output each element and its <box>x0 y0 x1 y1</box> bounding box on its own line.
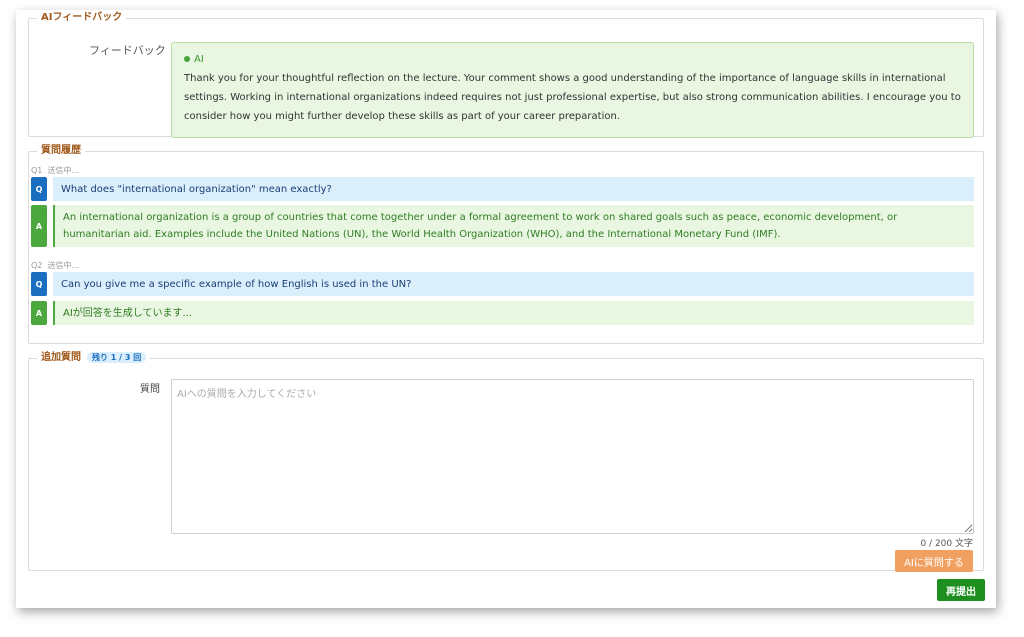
ai-tag: AI <box>184 53 961 67</box>
additional-question-title: 追加質問 <box>41 352 81 363</box>
question-input[interactable] <box>171 379 974 534</box>
q1-status: 送信中... <box>47 166 80 175</box>
q1-number: Q1 <box>31 166 43 175</box>
ai-feedback-section: AIフィードバック フィードバック AI Thank you for your … <box>28 12 984 138</box>
ai-feedback-legend: AIフィードバック <box>41 12 123 23</box>
q1-question-text: What does "international organization" m… <box>53 177 974 201</box>
question-label: 質問 <box>140 384 160 395</box>
resubmit-button[interactable]: 再提出 <box>937 579 985 601</box>
q2-meta: Q2 送信中... <box>31 260 79 271</box>
question-history-section: 質問履歴 Q1 送信中... Q What does "internationa… <box>28 145 984 344</box>
remaining-count-badge: 残り 1 / 3 回 <box>87 352 147 363</box>
main-panel: AIフィードバック フィードバック AI Thank you for your … <box>16 10 996 608</box>
question-history-legend: 質問履歴 <box>41 145 81 156</box>
question-badge: Q <box>31 272 47 296</box>
char-count: 0 / 200 文字 <box>920 539 973 549</box>
q2-question-text: Can you give me a specific example of ho… <box>53 272 974 296</box>
answer-badge: A <box>31 205 47 247</box>
additional-question-legend: 追加質問 残り 1 / 3 回 <box>37 352 150 364</box>
q2-question-row: Q Can you give me a specific example of … <box>31 272 974 296</box>
ai-dot-icon <box>184 56 190 62</box>
q2-status: 送信中... <box>47 261 80 270</box>
feedback-label: フィードバック <box>89 44 166 57</box>
q1-answer-text: An international organization is a group… <box>53 205 974 247</box>
q1-answer-row: A An international organization is a gro… <box>31 205 974 247</box>
q1-meta: Q1 送信中... <box>31 165 79 176</box>
feedback-card: AI Thank you for your thoughtful reflect… <box>171 42 974 138</box>
ai-tag-label: AI <box>194 54 204 65</box>
question-badge: Q <box>31 177 47 201</box>
q2-number: Q2 <box>31 261 43 270</box>
q2-answer-text: AIが回答を生成しています... <box>53 301 974 325</box>
feedback-text: Thank you for your thoughtful reflection… <box>184 73 961 122</box>
additional-question-section: 追加質問残り 1 / 3 回 質問 0 / 200 文字 AIに質問する <box>28 352 984 572</box>
q2-answer-row: A AIが回答を生成しています... <box>31 301 974 325</box>
ask-ai-button[interactable]: AIに質問する <box>895 550 973 572</box>
q1-question-row: Q What does "international organization"… <box>31 177 974 201</box>
answer-badge: A <box>31 301 47 325</box>
